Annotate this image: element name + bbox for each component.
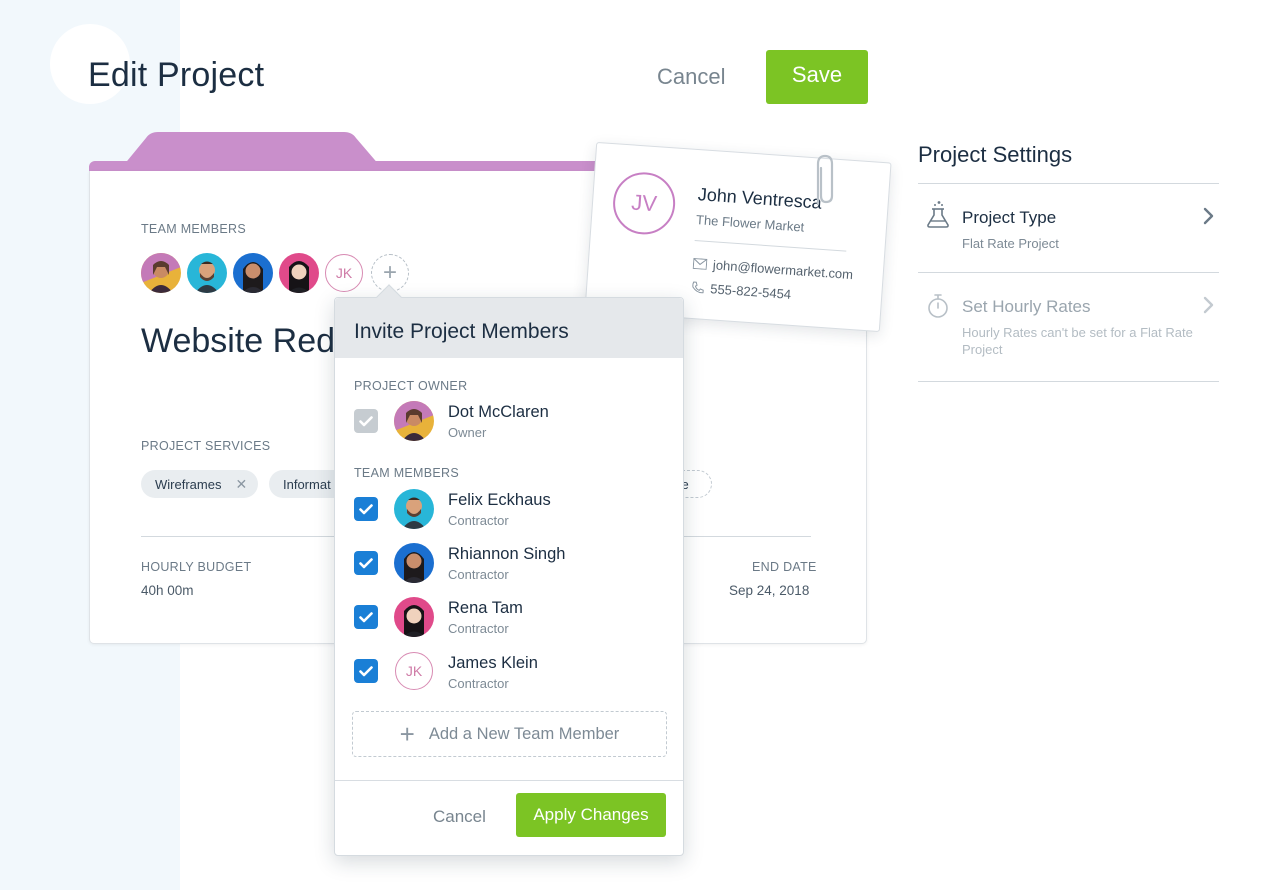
popover-cancel-button[interactable]: Cancel xyxy=(433,807,486,827)
contact-email: john@flowermarket.com xyxy=(692,256,854,283)
member-name: Rena Tam xyxy=(448,599,523,617)
settings-title: Project Settings xyxy=(918,142,1073,167)
member-name: Rhiannon Singh xyxy=(448,545,566,563)
avatar xyxy=(394,597,434,637)
member-role: Contractor xyxy=(448,621,509,636)
member-name: James Klein xyxy=(448,654,538,672)
contact-phone-text: 555-822-5454 xyxy=(709,281,792,302)
divider xyxy=(918,272,1219,273)
save-button[interactable]: Save xyxy=(766,50,868,104)
divider xyxy=(335,780,683,781)
team-members-label: TEAM MEMBERS xyxy=(141,222,246,236)
member-checkbox[interactable] xyxy=(354,605,378,629)
avatar[interactable] xyxy=(141,253,181,293)
end-date-value[interactable]: Sep 24, 2018 xyxy=(729,583,809,598)
member-checkbox[interactable] xyxy=(354,497,378,521)
member-checkbox[interactable] xyxy=(354,659,378,683)
project-services-label: PROJECT SERVICES xyxy=(141,439,271,453)
avatar xyxy=(394,543,434,583)
invite-popover: Invite Project Members PROJECT OWNER Dot… xyxy=(334,297,684,856)
avatar[interactable] xyxy=(233,253,273,293)
member-name: Felix Eckhaus xyxy=(448,491,551,509)
service-chip[interactable]: Wireframes ✕ xyxy=(141,470,258,498)
contact-phone: 555-822-5454 xyxy=(691,280,792,302)
hourly-budget-label: HOURLY BUDGET xyxy=(141,560,252,574)
settings-item-subtitle: Flat Rate Project xyxy=(962,236,1059,251)
divider xyxy=(918,381,1219,382)
plus-icon: + xyxy=(399,718,415,749)
project-name[interactable]: Website Rede xyxy=(141,322,354,361)
member-name: Dot McClaren xyxy=(448,403,549,421)
avatar xyxy=(394,401,434,441)
member-checkbox[interactable] xyxy=(354,551,378,575)
popover-title: Invite Project Members xyxy=(354,320,569,343)
avatar[interactable] xyxy=(279,253,319,293)
cancel-button[interactable]: Cancel xyxy=(657,64,725,90)
divider xyxy=(694,239,847,252)
check-icon xyxy=(359,415,373,426)
add-team-member-label: Add a New Team Member xyxy=(428,724,620,743)
flask-icon xyxy=(927,201,949,228)
check-icon xyxy=(359,503,373,514)
contact-name: John Ventresca xyxy=(697,184,823,213)
avatar[interactable] xyxy=(187,253,227,293)
settings-item-title: Project Type xyxy=(962,208,1057,227)
member-role: Contractor xyxy=(448,513,509,528)
contact-company: The Flower Market xyxy=(695,212,805,235)
check-icon xyxy=(359,611,373,622)
contact-email-text: john@flowermarket.com xyxy=(712,257,854,283)
project-owner-label: PROJECT OWNER xyxy=(354,379,468,393)
owner-checkbox xyxy=(354,409,378,433)
member-role: Contractor xyxy=(448,676,509,691)
chevron-right-icon xyxy=(1203,207,1214,225)
settings-item-subtitle: Hourly Rates can't be set for a Flat Rat… xyxy=(962,325,1193,357)
avatar-initials: JK xyxy=(395,652,433,690)
chevron-right-icon xyxy=(1203,296,1214,314)
hourly-budget-value[interactable]: 40h 00m xyxy=(141,583,194,598)
stopwatch-icon xyxy=(928,294,948,318)
member-role: Owner xyxy=(448,425,487,440)
check-icon xyxy=(359,665,373,676)
end-date-label: END DATE xyxy=(752,560,817,574)
service-chip-label: Informat xyxy=(283,476,331,492)
contact-avatar: JV xyxy=(611,170,678,237)
apply-changes-button[interactable]: Apply Changes xyxy=(516,793,666,837)
avatar xyxy=(394,489,434,529)
page-title: Edit Project xyxy=(88,56,265,94)
avatar-initials[interactable]: JK xyxy=(325,254,363,292)
team-members-label: TEAM MEMBERS xyxy=(354,466,459,480)
divider xyxy=(918,183,1219,184)
close-icon[interactable]: ✕ xyxy=(235,476,247,493)
check-icon xyxy=(359,557,373,568)
settings-item-title: Set Hourly Rates xyxy=(962,297,1091,316)
paperclip-icon xyxy=(816,154,834,206)
phone-icon xyxy=(692,281,704,294)
service-chip-label: Wireframes xyxy=(155,476,222,492)
member-role: Contractor xyxy=(448,567,509,582)
mail-icon xyxy=(692,257,708,270)
add-team-member-button[interactable]: + Add a New Team Member xyxy=(352,711,667,757)
